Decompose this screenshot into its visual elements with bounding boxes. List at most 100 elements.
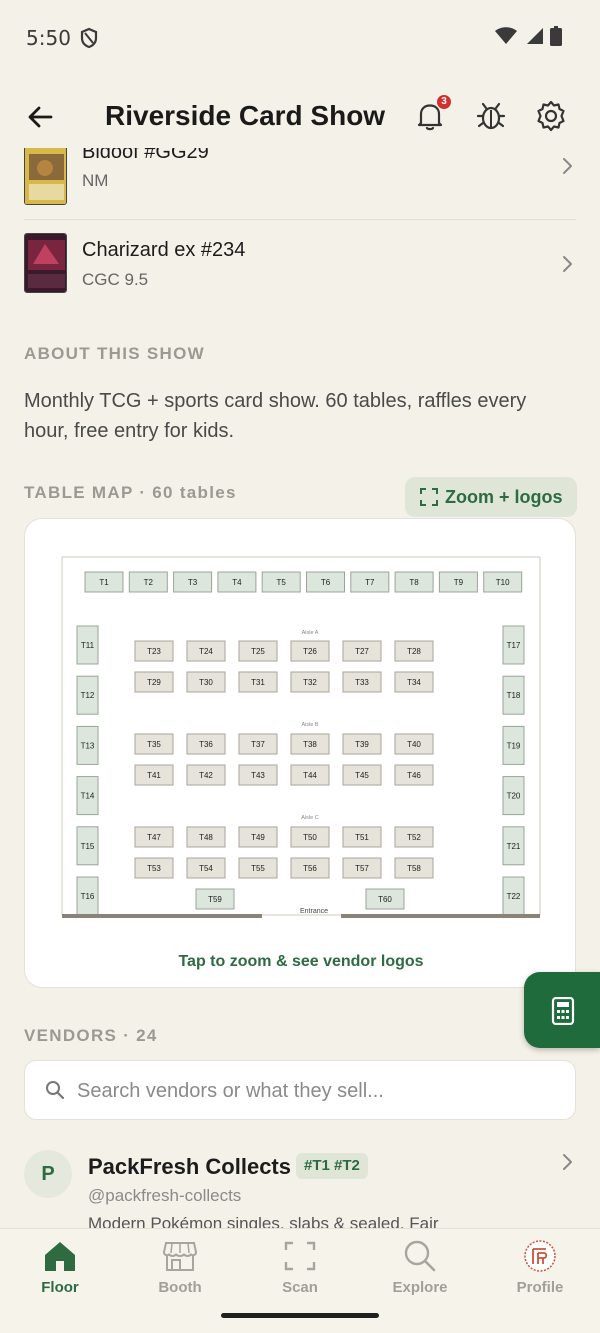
table-label: T28	[407, 647, 421, 656]
search-icon	[45, 1080, 65, 1105]
aisle-label: Aisle B	[301, 722, 318, 728]
top-app-bar: Riverside Card Show 3	[0, 90, 600, 146]
table-label: T11	[81, 641, 95, 650]
nav-label: Floor	[41, 1279, 79, 1296]
table-label: T41	[147, 771, 161, 780]
table-label: T49	[251, 833, 265, 842]
table-label: T57	[355, 864, 369, 873]
table-label: T5	[277, 578, 287, 587]
search-icon	[404, 1240, 436, 1272]
table-label: T33	[355, 678, 369, 687]
table-map[interactable]: T1 T2 T3 T4 T5 T6 T7 T8 T9 T10 T11 T12 T13 T14 T15 T16 T…	[24, 518, 576, 988]
zoom-logos-button[interactable]: Zoom + logos	[405, 477, 577, 517]
table-label: T3	[188, 578, 198, 587]
fullscreen-icon	[420, 488, 438, 511]
calculator-icon	[551, 997, 575, 1025]
table-label: T15	[81, 842, 95, 851]
nav-floor[interactable]: Floor	[10, 1239, 110, 1309]
list-item[interactable]: Charizard ex #234 CGC 9.5	[24, 226, 576, 304]
table-label: T22	[507, 892, 521, 901]
table-label: T34	[407, 678, 421, 687]
table-label: T24	[199, 647, 213, 656]
table-label: T16	[81, 892, 95, 901]
table-label: T31	[251, 678, 265, 687]
aisle-label: Aisle A	[302, 630, 319, 636]
nav-label: Scan	[282, 1279, 318, 1296]
profile-logo-icon	[524, 1240, 556, 1272]
gear-icon[interactable]	[533, 98, 569, 134]
table-label: T19	[507, 741, 521, 750]
status-bar: 5:50	[0, 0, 600, 78]
table-label: T45	[355, 771, 369, 780]
table-label: T38	[303, 740, 317, 749]
home-indicator	[221, 1313, 379, 1318]
vendor-table-tag: #T1 #T2	[296, 1153, 368, 1179]
about-description: Monthly TCG + sports card show. 60 table…	[24, 390, 527, 442]
table-label: T21	[507, 842, 521, 851]
status-time: 5:50	[26, 26, 71, 50]
table-label: T17	[507, 641, 521, 650]
table-label: T40	[407, 740, 421, 749]
chevron-right-icon	[560, 254, 574, 274]
card-grade: CGC 9.5	[82, 270, 149, 289]
vendor-name: PackFresh Collects	[88, 1154, 291, 1179]
table-label: T27	[355, 647, 369, 656]
table-label: T32	[303, 678, 317, 687]
table-label: T47	[147, 833, 161, 842]
table-label: T4	[232, 578, 242, 587]
map-hint: Tap to zoom & see vendor logos	[178, 953, 424, 970]
nav-label: Explore	[392, 1279, 448, 1296]
card-thumbnail	[24, 148, 67, 205]
chevron-right-icon	[560, 156, 574, 176]
vendor-list-item[interactable]: P PackFresh Collects #T1 #T2 @packfresh-…	[24, 1146, 576, 1228]
entrance-label: Entrance	[300, 908, 328, 915]
table-label: T18	[507, 691, 521, 700]
table-label: T7	[365, 578, 375, 587]
wall	[341, 914, 540, 918]
bug-icon[interactable]	[473, 98, 509, 134]
chevron-right-icon	[560, 1152, 574, 1172]
search-input[interactable]	[77, 1075, 557, 1107]
scan-icon	[284, 1241, 316, 1271]
card-grade: NM	[82, 171, 109, 190]
table-label: T53	[147, 864, 161, 873]
table-label: T14	[81, 792, 95, 801]
notification-badge: 3	[437, 95, 451, 109]
list-item[interactable]: Bidoof #GG29 NM	[24, 148, 576, 216]
table-label: T51	[355, 833, 369, 842]
table-label: T58	[407, 864, 421, 873]
card-name: Bidoof #GG29	[82, 148, 209, 163]
card-thumbnail	[24, 233, 67, 293]
table-label: T42	[199, 771, 213, 780]
table-map-label: TABLE MAP · 60 tables	[24, 483, 237, 502]
home-icon	[45, 1242, 75, 1271]
nav-booth[interactable]: Booth	[130, 1239, 230, 1309]
calculator-fab[interactable]	[524, 972, 600, 1048]
nav-label: Booth	[158, 1279, 202, 1296]
divider	[24, 219, 576, 220]
table-label: T39	[355, 740, 369, 749]
battery-icon	[550, 26, 562, 51]
nav-scan[interactable]: Scan	[250, 1239, 350, 1309]
table-label: T37	[251, 740, 265, 749]
table-label: T26	[303, 647, 317, 656]
zoom-button-label: Zoom + logos	[445, 487, 563, 507]
table-label: T8	[409, 578, 419, 587]
wall	[62, 914, 262, 918]
table-label: T1	[99, 578, 109, 587]
table-label: T35	[147, 740, 161, 749]
table-label: T20	[507, 792, 521, 801]
back-arrow-icon[interactable]	[24, 100, 58, 134]
table-label: T55	[251, 864, 265, 873]
table-label: T52	[407, 833, 421, 842]
nav-profile[interactable]: Profile	[490, 1239, 590, 1309]
vendor-avatar: P	[24, 1150, 72, 1198]
vendor-search[interactable]	[24, 1060, 576, 1120]
nav-label: Profile	[516, 1279, 564, 1296]
page-title: Riverside Card Show	[105, 100, 386, 131]
nav-explore[interactable]: Explore	[370, 1239, 470, 1309]
floor-plan: T1 T2 T3 T4 T5 T6 T7 T8 T9 T10 T11 T12 T13 T14 T15 T16 T…	[61, 556, 541, 918]
scroll-content[interactable]: Bidoof #GG29 NM Charizard ex #234 CGC 9.…	[0, 148, 600, 1228]
table-label: T44	[303, 771, 317, 780]
storefront-icon	[162, 1242, 198, 1271]
